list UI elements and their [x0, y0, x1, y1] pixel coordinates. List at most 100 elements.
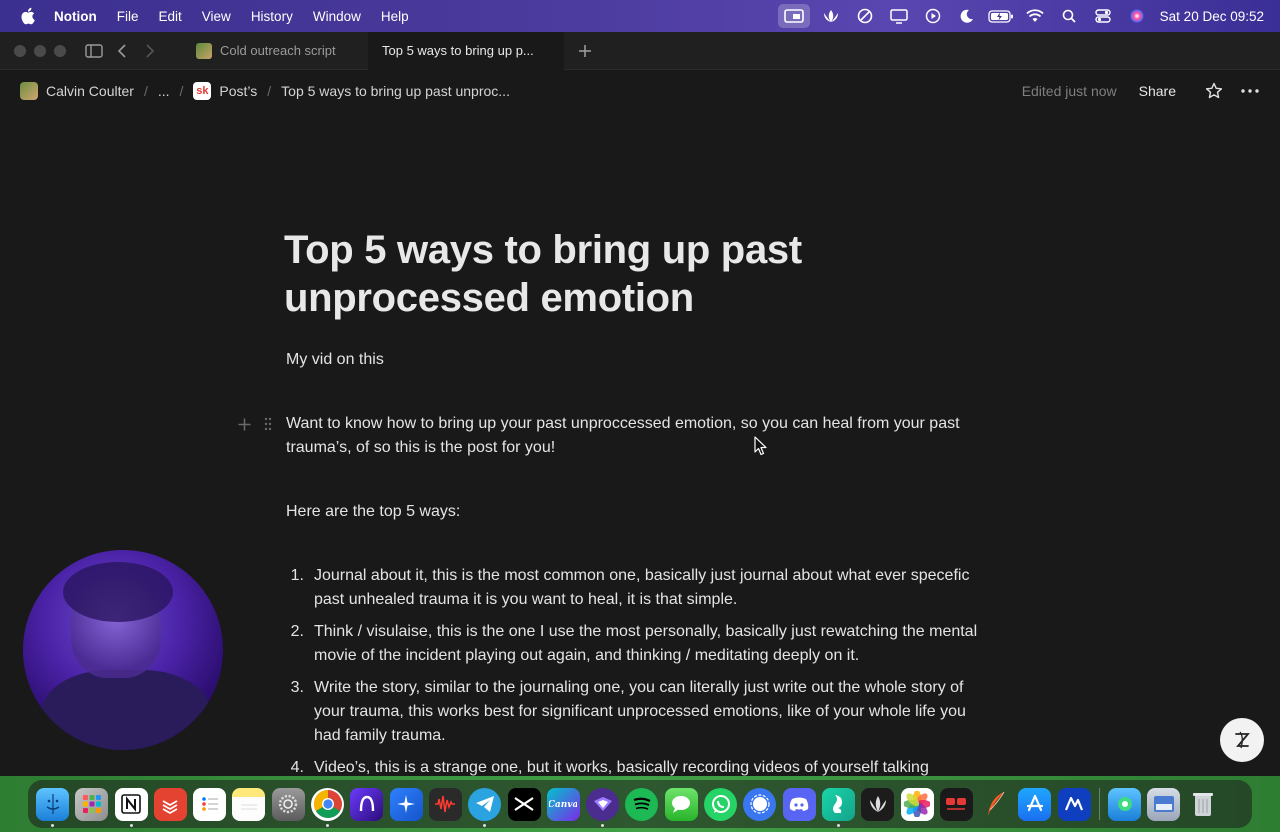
messages-icon[interactable]: [664, 787, 698, 821]
breadcrumb-current-label: Top 5 ways to bring up past unproc...: [281, 83, 510, 99]
forward-arrow-icon[interactable]: [136, 37, 164, 65]
control-center-icon[interactable]: [1086, 0, 1120, 32]
parent-page-icon: sk: [193, 82, 212, 100]
spark-icon[interactable]: [389, 787, 423, 821]
launchpad-icon[interactable]: [75, 787, 109, 821]
webcam-person-hair: [63, 562, 173, 622]
menu-window[interactable]: Window: [313, 9, 361, 24]
notion-icon[interactable]: [114, 787, 148, 827]
drag-handle-icon[interactable]: [260, 414, 276, 434]
discord-icon[interactable]: [782, 787, 816, 821]
page-favicon-icon: [196, 42, 212, 59]
focus-icon[interactable]: [848, 0, 882, 32]
breadcrumb-separator: /: [267, 83, 272, 99]
minimize-window-button[interactable]: [34, 44, 46, 57]
tab-cold-outreach[interactable]: Cold outreach script: [182, 32, 368, 70]
wifi-icon[interactable]: [1018, 0, 1052, 32]
battery-icon[interactable]: [984, 0, 1018, 32]
apple-icon[interactable]: [18, 7, 36, 25]
chrome-icon[interactable]: [311, 787, 345, 827]
voice-memos-icon[interactable]: [428, 787, 462, 821]
numbered-list: 1. Journal about it, this is the most co…: [284, 564, 986, 780]
close-window-button[interactable]: [14, 44, 26, 57]
list-item[interactable]: 3. Write the story, similar to the journ…: [284, 676, 986, 748]
breadcrumb-ellipsis-label: ...: [157, 83, 170, 99]
siri-icon[interactable]: [1120, 0, 1154, 32]
svg-text:Canva: Canva: [549, 800, 577, 810]
tab-top-5-ways[interactable]: Top 5 ways to bring up p...: [368, 31, 564, 70]
breadcrumb-workspace[interactable]: Calvin Coulter: [18, 82, 136, 100]
preview-icon[interactable]: [1147, 787, 1181, 821]
share-button[interactable]: Share: [1139, 83, 1176, 99]
status-area: Sat 20 Dec 09:52: [777, 0, 1280, 32]
more-options-icon[interactable]: [1236, 77, 1264, 105]
mouse-cursor-icon: [754, 436, 768, 456]
tab-label: Top 5 ways to bring up p...: [382, 43, 534, 58]
arc-icon[interactable]: [350, 787, 384, 821]
trash-icon[interactable]: [1187, 788, 1220, 821]
surfshark-icon[interactable]: [821, 787, 855, 827]
whatsapp-icon[interactable]: [704, 787, 738, 821]
sidebar-toggle-icon[interactable]: [80, 37, 108, 65]
breadcrumb-workspace-label: Calvin Coulter: [46, 83, 134, 99]
dock-divider: [1099, 788, 1101, 820]
menu-view[interactable]: View: [202, 9, 231, 24]
app-store-icon[interactable]: [1018, 787, 1052, 821]
finder-alt-icon[interactable]: [1108, 787, 1142, 821]
subtitle-block[interactable]: My vid on this: [284, 348, 1004, 372]
menubar-clock[interactable]: Sat 20 Dec 09:52: [1160, 9, 1264, 24]
list-item-text: Think / visulaise, this is the one I use…: [314, 623, 978, 664]
edited-status: Edited just now: [1021, 83, 1117, 99]
webcam-overlay[interactable]: [23, 550, 223, 750]
back-arrow-icon[interactable]: [108, 37, 136, 65]
todoist-icon[interactable]: [153, 787, 187, 821]
signal-icon[interactable]: [743, 787, 777, 821]
telegram-icon[interactable]: [468, 787, 502, 827]
menu-history[interactable]: History: [251, 9, 293, 24]
screen-share-icon[interactable]: [777, 4, 810, 28]
page-title[interactable]: Top 5 ways to bring up past unprocessed …: [284, 226, 1004, 322]
menu-file[interactable]: File: [117, 9, 139, 24]
intro-block[interactable]: Want to know how to bring up your past u…: [238, 412, 984, 460]
settings-icon[interactable]: [271, 787, 305, 821]
tab-label: Cold outreach script: [220, 43, 336, 58]
youtube-studio-icon[interactable]: [939, 787, 973, 821]
quill-icon[interactable]: [979, 788, 1012, 821]
breadcrumb-parent[interactable]: sk Post’s: [191, 82, 259, 100]
moon-icon[interactable]: [950, 0, 984, 32]
zoom-window-button[interactable]: [54, 44, 66, 57]
list-item-text: Write the story, similar to the journali…: [314, 679, 966, 744]
list-item[interactable]: 1. Journal about it, this is the most co…: [284, 564, 986, 612]
lotus-icon[interactable]: [814, 0, 848, 32]
page-content: Top 5 ways to bring up past unprocessed …: [238, 226, 1004, 788]
capcut-icon[interactable]: [507, 787, 541, 821]
display-icon[interactable]: [882, 0, 916, 32]
breadcrumb-parent-label: Post’s: [219, 83, 258, 99]
breadcrumb-current[interactable]: Top 5 ways to bring up past unproc...: [279, 83, 512, 99]
wisprflow-icon[interactable]: [1057, 787, 1091, 821]
menu-edit[interactable]: Edit: [159, 9, 182, 24]
breadcrumb-ellipsis[interactable]: ...: [156, 83, 172, 99]
list-item[interactable]: 2. Think / visulaise, this is the one I …: [284, 620, 986, 668]
canva-icon[interactable]: Canva: [546, 787, 580, 821]
spotify-icon[interactable]: [625, 787, 659, 821]
list-intro-block[interactable]: Here are the top 5 ways:: [284, 500, 1004, 524]
favorite-star-icon[interactable]: [1200, 77, 1228, 105]
add-block-plus-icon[interactable]: [236, 414, 252, 434]
proton-vpn-icon[interactable]: [586, 787, 620, 827]
finder-icon[interactable]: [36, 787, 69, 827]
photos-icon[interactable]: [900, 787, 934, 821]
play-icon[interactable]: [916, 0, 950, 32]
new-tab-plus-icon[interactable]: [570, 36, 600, 66]
list-number: 1.: [290, 567, 304, 584]
help-button[interactable]: [1220, 718, 1264, 762]
menu-app-name[interactable]: Notion: [54, 9, 97, 24]
menu-help[interactable]: Help: [381, 9, 409, 24]
webcam-person-body: [41, 670, 211, 750]
lotus-app-icon[interactable]: [861, 787, 895, 821]
notes-icon[interactable]: [232, 787, 266, 821]
search-icon[interactable]: [1052, 0, 1086, 32]
block-handles: [236, 412, 276, 436]
list-number: 2.: [290, 623, 304, 640]
reminders-icon[interactable]: [193, 787, 227, 821]
